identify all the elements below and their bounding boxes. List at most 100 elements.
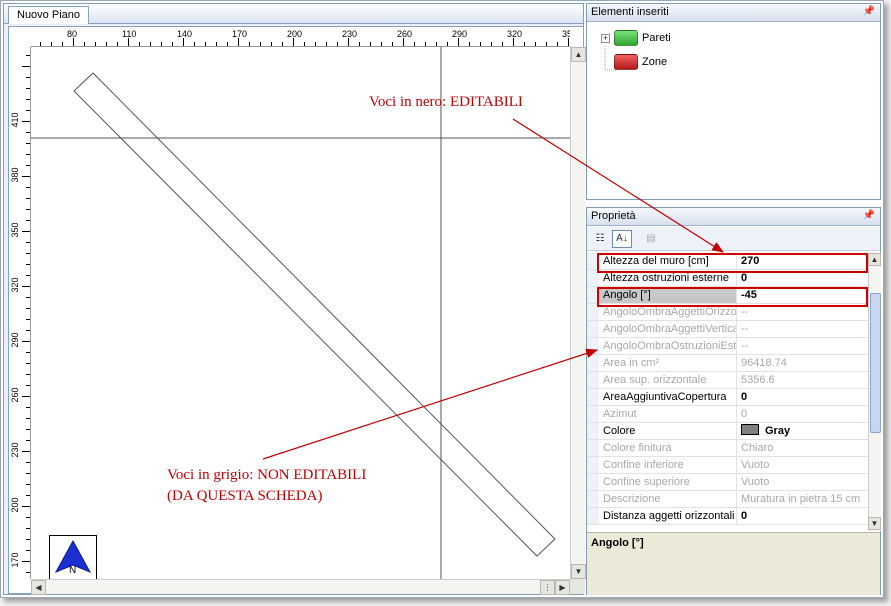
property-value-text: Chiaro [741, 442, 774, 454]
ruler-tick [26, 407, 30, 408]
ruler-tick [227, 42, 228, 46]
property-row[interactable]: Azimut 0 [587, 406, 868, 423]
property-value[interactable]: 0 [737, 389, 868, 405]
annotation-readonly-line1: Voci in grigio: NON EDITABILI [167, 467, 367, 483]
ruler-tick [26, 209, 30, 210]
ruler-tick [62, 42, 63, 46]
property-value[interactable]: Gray [737, 423, 868, 439]
scroll-up-button[interactable]: ▲ [571, 47, 586, 62]
ruler-tick [546, 42, 547, 46]
scroll-down-button[interactable]: ▼ [868, 517, 881, 530]
property-value-text: Vuoto [741, 476, 770, 488]
ruler-label: 200 [10, 497, 20, 513]
ruler-tick [282, 42, 283, 46]
property-value-text: 0 [741, 408, 748, 420]
tab-nuovo-piano[interactable]: Nuovo Piano [8, 6, 89, 24]
property-row[interactable]: Descrizione Muratura in pietra 15 cm [587, 491, 868, 508]
ruler-tick [293, 38, 294, 46]
property-name: Area in cm² [587, 355, 737, 371]
pin-icon[interactable]: 📌 [863, 210, 875, 221]
property-row[interactable]: Confine inferiore Vuoto [587, 457, 868, 474]
ruler-tick [22, 121, 30, 122]
property-row[interactable]: Distanza aggetti orizzontali 0 [587, 508, 868, 525]
ruler-tick [26, 330, 30, 331]
scroll-down-button[interactable]: ▼ [571, 564, 586, 579]
property-name: AngoloOmbraOstruzioniEsterne [587, 338, 737, 354]
property-name: Colore [587, 423, 737, 439]
property-row[interactable]: AreaAggiuntivaCopertura 0 [587, 389, 868, 406]
ruler-tick [117, 42, 118, 46]
property-name: Confine inferiore [587, 457, 737, 473]
tree-item-zone[interactable]: Zone [614, 52, 667, 72]
drawing-horizontal-scrollbar[interactable]: ◀ ⋮ ▶ [31, 579, 570, 595]
ruler-tick [84, 42, 85, 46]
ruler-label: 170 [10, 552, 20, 568]
ruler-label: 380 [10, 167, 20, 183]
ruler-tick [348, 38, 349, 46]
property-name: Azimut [587, 406, 737, 422]
color-swatch [741, 424, 759, 435]
ruler-tick [26, 253, 30, 254]
ruler-tick [260, 42, 261, 46]
ruler-tick [51, 42, 52, 46]
categorized-view-icon[interactable]: ☷ [590, 230, 610, 248]
ruler-label: 170 [232, 29, 248, 39]
ruler-tick [381, 42, 382, 46]
ruler-tick [26, 517, 30, 518]
ruler-tick [26, 132, 30, 133]
document-pane: Nuovo Piano 80 110 140 170 200 230 260 290 320 35… [3, 3, 586, 595]
property-row[interactable]: Confine superiore Vuoto [587, 474, 868, 491]
ruler-tick [106, 42, 107, 46]
scroll-left-button[interactable]: ◀ [31, 580, 46, 595]
property-row[interactable]: AngoloOmbraOstruzioniEsterne -- [587, 338, 868, 355]
ruler-tick [480, 42, 481, 46]
scroll-up-button[interactable]: ▲ [868, 253, 881, 266]
property-row[interactable]: Colore Gray [587, 423, 868, 440]
property-value-text: -- [741, 340, 749, 352]
property-row[interactable]: AngoloOmbraAggettiVerticali -- [587, 321, 868, 338]
property-name: AreaAggiuntivaCopertura [587, 389, 737, 405]
scroll-split-handle[interactable]: ⋮ [540, 580, 555, 595]
ruler-tick [26, 275, 30, 276]
ruler-tick [22, 396, 30, 397]
ruler-tick [205, 42, 206, 46]
property-row[interactable]: Area sup. orizzontale 5356.6 [587, 372, 868, 389]
pin-icon[interactable]: 📌 [863, 6, 875, 17]
ruler-tick [26, 110, 30, 111]
ruler-tick [502, 42, 503, 46]
scroll-thumb[interactable] [870, 293, 881, 433]
application-window: Nuovo Piano 80 110 140 170 200 230 260 290 320 35… [0, 0, 884, 598]
property-pages-icon[interactable]: ▤ [641, 230, 661, 248]
ruler-tick [26, 495, 30, 496]
ruler-tick [469, 42, 470, 46]
property-value: Vuoto [737, 474, 868, 490]
ruler-tick [458, 38, 459, 46]
ruler-tick [26, 55, 30, 56]
ruler-label: 140 [177, 29, 193, 39]
tree-item-pareti[interactable]: + Pareti [601, 28, 671, 48]
annotation-editable: Voci in nero: EDITABILI [369, 94, 523, 110]
expand-plus-icon[interactable]: + [601, 33, 610, 43]
property-row[interactable]: Colore finitura Chiaro [587, 440, 868, 457]
ruler-tick [26, 154, 30, 155]
property-name: Descrizione [587, 491, 737, 507]
alphabetical-sort-icon[interactable]: A↓ [612, 230, 632, 248]
ruler-label: 320 [10, 277, 20, 293]
ruler-horizontal: 80 110 140 170 200 230 260 290 320 350 [31, 27, 570, 47]
property-value: Muratura in pietra 15 cm [737, 491, 868, 507]
ruler-tick [26, 143, 30, 144]
drawing-vertical-scrollbar[interactable]: ▲ ▼ [570, 47, 586, 579]
ruler-tick [26, 165, 30, 166]
ruler-tick [304, 42, 305, 46]
ruler-tick [26, 572, 30, 573]
ruler-tick [26, 440, 30, 441]
ruler-tick [557, 42, 558, 46]
property-value: Vuoto [737, 457, 868, 473]
ruler-tick [22, 341, 30, 342]
property-value[interactable]: 0 [737, 508, 868, 524]
property-row[interactable]: Area in cm² 96418.74 [587, 355, 868, 372]
properties-vertical-scrollbar[interactable]: ▲ ▼ [868, 253, 881, 531]
ruler-tick [216, 42, 217, 46]
scroll-right-button[interactable]: ▶ [555, 580, 570, 595]
highlight-box-altezza [597, 253, 868, 273]
